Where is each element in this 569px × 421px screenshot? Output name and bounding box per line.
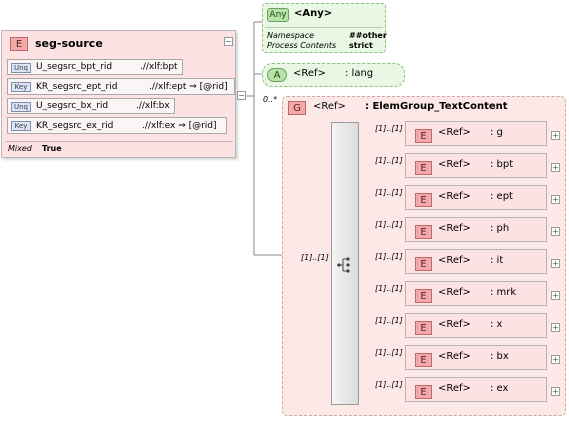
namespace-value: ##other [349, 31, 387, 40]
occurs-label: [1]..[1] [375, 220, 403, 229]
identity-constraint-row[interactable]: Unq U_segsrc_bx_rid .//xlf:bx [7, 98, 175, 114]
choice-compositor[interactable] [331, 122, 359, 405]
expand-toggle[interactable]: + [551, 195, 560, 204]
constraint-path: .//xlf:bx [136, 101, 170, 111]
any-element-box[interactable]: Any <Any> Namespace ##other Process Cont… [262, 3, 387, 53]
attribute-lang-box[interactable]: A <Ref> : lang [262, 63, 405, 87]
identity-constraint-row[interactable]: Key KR_segsrc_ept_rid .//xlf:ept ⇒ [@rid… [7, 78, 235, 95]
divider [265, 27, 383, 28]
element-ref-mrk[interactable]: E <Ref> : mrk + [405, 281, 560, 306]
any-title: <Any> [294, 8, 333, 19]
constraint-name: U_segsrc_bx_rid [36, 101, 109, 111]
element-ref: <Ref> [438, 127, 471, 138]
divider [6, 141, 233, 142]
element-badge: E [415, 161, 432, 175]
element-name: : ept [490, 191, 513, 202]
element-ref: <Ref> [438, 383, 471, 394]
element-badge: E [415, 257, 432, 271]
occurs-label: [1]..[1] [375, 124, 403, 133]
attribute-badge: A [267, 68, 287, 82]
element-ref-ex[interactable]: E <Ref> : ex + [405, 377, 560, 402]
occurs-label: [1]..[1] [375, 380, 403, 389]
element-name: : mrk [490, 287, 517, 298]
attribute-name: : lang [345, 68, 374, 79]
constraint-path: .//xlf:bpt [140, 62, 178, 72]
element-ref: <Ref> [438, 191, 471, 202]
element-ref: <Ref> [438, 287, 471, 298]
element-badge: E [415, 225, 432, 239]
element-ref-bx[interactable]: E <Ref> : bx + [405, 345, 560, 370]
expand-toggle[interactable]: + [551, 291, 560, 300]
element-name: : bpt [490, 159, 514, 170]
element-badge: E [415, 193, 432, 207]
constraint-path: .//xlf:ept ⇒ [@rid] [149, 82, 228, 92]
choice-occurs-label: [1]..[1] [301, 253, 329, 262]
element-badge: E [415, 289, 432, 303]
constraint-name: KR_segsrc_ex_rid [36, 121, 114, 131]
element-name: : it [490, 255, 504, 266]
unique-key-icon: Unq [11, 63, 31, 73]
element-title: seg-source [35, 37, 103, 50]
constraint-name: KR_segsrc_ept_rid [36, 82, 118, 92]
element-badge: E [415, 385, 432, 399]
any-badge: Any [267, 8, 289, 22]
attribute-ref: <Ref> [293, 68, 326, 79]
occurs-label: [1]..[1] [375, 284, 403, 293]
group-badge: G [288, 101, 306, 115]
occurs-label: [1]..[1] [375, 316, 403, 325]
expand-toggle[interactable]: + [551, 323, 560, 332]
namespace-label: Namespace [267, 31, 315, 40]
expand-toggle[interactable]: + [551, 387, 560, 396]
collapse-toggle[interactable]: − [224, 37, 233, 46]
element-ref: <Ref> [438, 351, 471, 362]
unique-key-icon: Unq [11, 102, 31, 112]
element-badge: E [415, 129, 432, 143]
element-ref-it[interactable]: E <Ref> : it + [405, 249, 560, 274]
expand-toggle[interactable]: + [551, 355, 560, 364]
identity-constraint-row[interactable]: Unq U_segsrc_bpt_rid .//xlf:bpt [7, 59, 183, 75]
identity-constraint-row[interactable]: Key KR_segsrc_ex_rid .//xlf:ex ⇒ [@rid] [7, 117, 227, 134]
element-ref-x[interactable]: E <Ref> : x + [405, 313, 560, 338]
occurs-label: [1]..[1] [375, 188, 403, 197]
constraint-name: U_segsrc_bpt_rid [36, 62, 113, 72]
expand-toggle[interactable]: + [551, 163, 560, 172]
group-ref: <Ref> [313, 101, 346, 112]
expand-toggle[interactable]: + [551, 259, 560, 268]
occurs-label: [1]..[1] [375, 252, 403, 261]
element-name: : g [490, 127, 503, 138]
group-name: : ElemGroup_TextContent [365, 101, 508, 112]
element-badge: E [415, 353, 432, 367]
mixed-value: True [42, 144, 62, 153]
element-name: : ex [490, 383, 509, 394]
element-ref: <Ref> [438, 319, 471, 330]
constraint-path: .//xlf:ex ⇒ [@rid] [142, 121, 217, 131]
element-ref-ept[interactable]: E <Ref> : ept + [405, 185, 560, 210]
element-name: : x [490, 319, 503, 330]
key-ref-icon: Key [11, 82, 31, 92]
process-contents-label: Process Contents [267, 41, 337, 50]
choice-icon [337, 257, 350, 273]
element-name: : bx [490, 351, 509, 362]
occurs-label: [1]..[1] [375, 156, 403, 165]
element-ref: <Ref> [438, 223, 471, 234]
element-ref-ph[interactable]: E <Ref> : ph + [405, 217, 560, 242]
sequence-collapse-toggle[interactable]: − [237, 91, 246, 100]
element-ref-bpt[interactable]: E <Ref> : bpt + [405, 153, 560, 178]
process-contents-value: strict [349, 41, 373, 50]
mixed-label: Mixed [8, 144, 32, 153]
seg-source-element[interactable]: E seg-source − Unq U_segsrc_bpt_rid .//x… [1, 30, 236, 158]
element-ref: <Ref> [438, 255, 471, 266]
occurs-label: [1]..[1] [375, 348, 403, 357]
element-ref-g[interactable]: E <Ref> : g + [405, 121, 560, 146]
expand-toggle[interactable]: + [551, 227, 560, 236]
element-name: : ph [490, 223, 510, 234]
element-badge: E [415, 321, 432, 335]
key-ref-icon: Key [11, 121, 31, 131]
expand-toggle[interactable]: + [551, 131, 560, 140]
element-badge: E [10, 37, 28, 51]
occurs-label: 0..* [263, 95, 278, 104]
element-ref: <Ref> [438, 159, 471, 170]
